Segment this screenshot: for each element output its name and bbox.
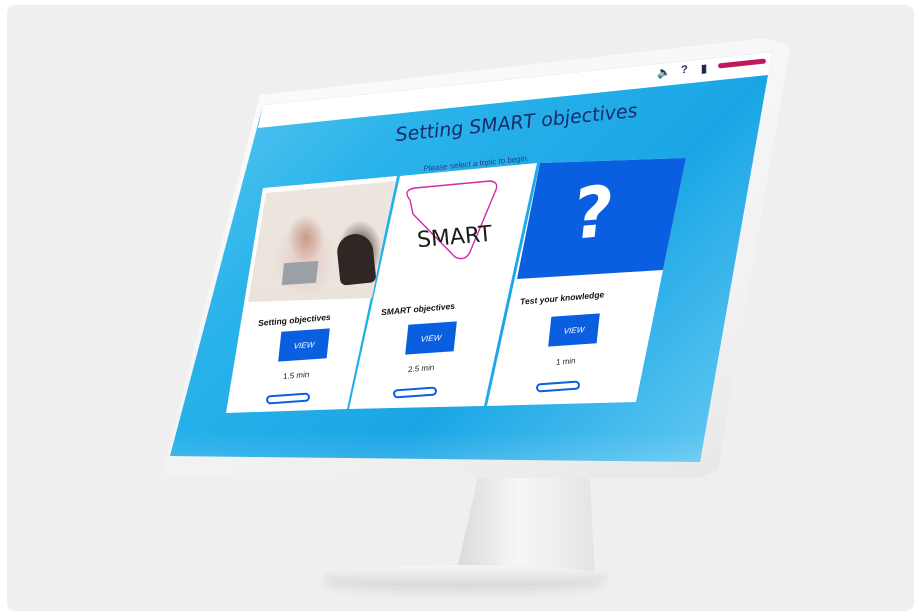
monitor: 🔈 ? ▮ Setting SMART objectives Please se… bbox=[0, 0, 921, 616]
smart-triangle-icon bbox=[406, 180, 498, 260]
view-button-test-your-knowledge[interactable]: VIEW bbox=[548, 313, 600, 347]
question-mark-icon: ? bbox=[569, 170, 618, 256]
course-content: Setting SMART objectives Please select a… bbox=[0, 0, 921, 616]
topic-duration: 1 min bbox=[555, 356, 576, 367]
view-button-smart-objectives[interactable]: VIEW bbox=[405, 321, 457, 355]
